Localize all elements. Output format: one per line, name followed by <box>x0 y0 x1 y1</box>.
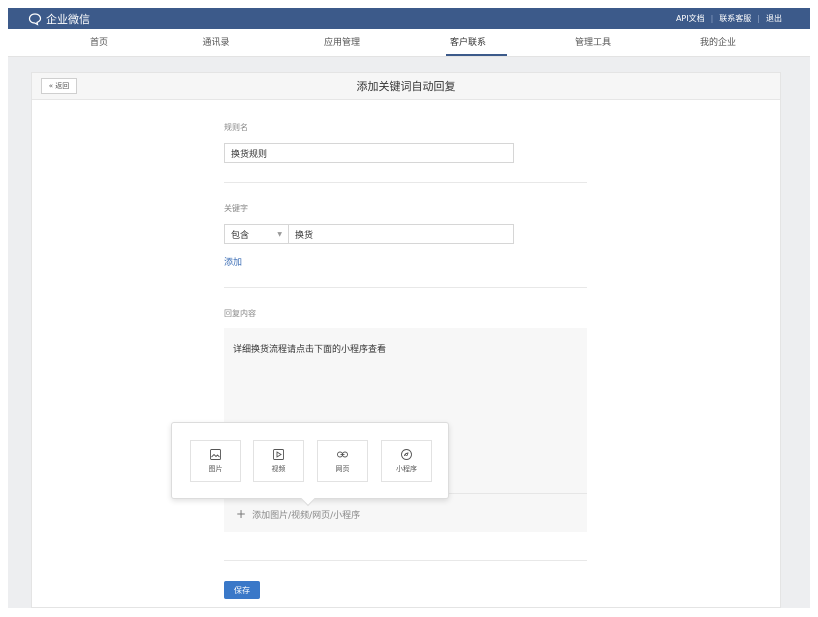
content-card: 添加关键词自动回复 « 返回 规则名 换货规则 关键字 包含 ▼ 换货 添加 回… <box>31 72 781 608</box>
nav-apps[interactable]: 应用管理 <box>324 29 360 57</box>
logout-link[interactable]: 退出 <box>766 13 782 24</box>
mini-program-icon <box>401 448 412 460</box>
image-icon <box>210 448 221 460</box>
media-option-label: 小程序 <box>396 464 417 473</box>
keyword-label: 关键字 <box>224 204 248 213</box>
card-header: 添加关键词自动回复 « 返回 <box>32 73 780 100</box>
divider <box>224 560 587 561</box>
add-keyword-link[interactable]: 添加 <box>224 255 242 268</box>
top-links: API文档 | 联系客服 | 退出 <box>676 8 782 29</box>
media-option-label: 图片 <box>208 464 223 473</box>
keyword-input[interactable]: 换货 <box>288 224 514 244</box>
divider <box>224 287 587 288</box>
media-option-mini-program[interactable]: 小程序 <box>381 440 432 482</box>
api-docs-link[interactable]: API文档 <box>676 13 705 24</box>
page-title: 添加关键词自动回复 <box>356 80 456 93</box>
plus-icon: + <box>236 507 247 521</box>
media-option-label: 视频 <box>271 464 286 473</box>
nav-contacts[interactable]: 通讯录 <box>202 29 229 57</box>
save-button[interactable]: 保存 <box>224 581 260 599</box>
main-nav: 首页 通讯录 应用管理 客户联系 管理工具 我的企业 <box>8 29 810 57</box>
nav-customer-contact[interactable]: 客户联系 <box>450 29 486 57</box>
caret-down-icon: ▼ <box>277 230 282 238</box>
nav-my-company[interactable]: 我的企业 <box>700 29 736 57</box>
chat-bubble-icon <box>28 12 42 26</box>
video-icon <box>273 448 284 460</box>
brand-name: 企业微信 <box>46 12 90 26</box>
reply-content-label: 回复内容 <box>224 309 256 318</box>
contact-support-link[interactable]: 联系客服 <box>719 13 751 24</box>
nav-management-tools[interactable]: 管理工具 <box>575 29 611 57</box>
link-icon <box>337 451 348 457</box>
back-button[interactable]: « 返回 <box>41 78 77 94</box>
top-bar: 企业微信 API文档 | 联系客服 | 退出 <box>8 8 810 29</box>
media-option-label: 网页 <box>335 464 350 473</box>
rule-name-input[interactable]: 换货规则 <box>224 143 514 163</box>
match-mode-select[interactable]: 包含 ▼ <box>224 224 289 244</box>
separator: | <box>710 14 714 23</box>
brand[interactable]: 企业微信 <box>28 8 90 29</box>
media-option-image[interactable]: 图片 <box>190 440 241 482</box>
reply-text: 详细换货流程请点击下面的小程序查看 <box>233 345 387 355</box>
add-media-label: 添加图片/视频/网页/小程序 <box>252 510 361 521</box>
separator: | <box>757 14 760 23</box>
nav-home[interactable]: 首页 <box>90 29 108 57</box>
media-option-video[interactable]: 视频 <box>253 440 304 482</box>
rule-name-label: 规则名 <box>224 123 248 132</box>
add-media-button[interactable]: + 添加图片/视频/网页/小程序 <box>236 507 360 521</box>
match-mode-value: 包含 <box>231 230 250 241</box>
media-type-popover: 图片 视频 网页 小程序 <box>171 422 449 507</box>
divider <box>224 182 587 183</box>
media-option-webpage[interactable]: 网页 <box>317 440 368 482</box>
active-tab-indicator <box>446 54 507 56</box>
